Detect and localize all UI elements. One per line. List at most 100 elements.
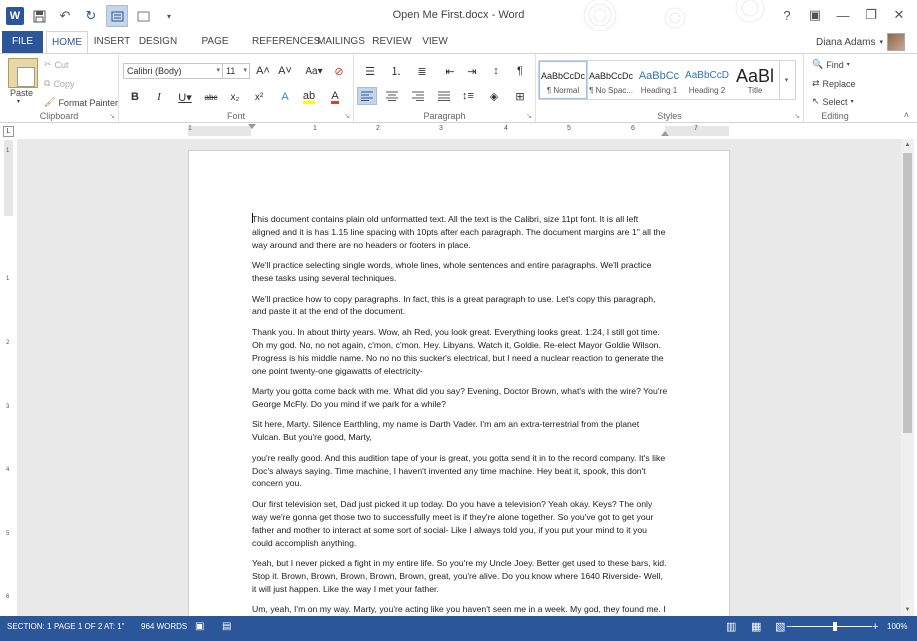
align-center-icon[interactable]: [382, 87, 402, 105]
minimize-icon[interactable]: —: [829, 4, 857, 26]
style-no-spacing[interactable]: AaBbCcDc ¶ No Spac...: [587, 61, 635, 99]
zoom-slider-track[interactable]: [792, 626, 872, 627]
vertical-ruler[interactable]: 1 1 2 3 4 5 6: [4, 140, 13, 615]
font-color-icon[interactable]: A: [325, 88, 345, 106]
scroll-down-icon[interactable]: ▼: [901, 604, 914, 616]
word-count[interactable]: 964 WORDS: [141, 616, 187, 638]
tab-view[interactable]: VIEW: [419, 31, 451, 53]
line-spacing-icon[interactable]: ↕≡: [458, 87, 478, 105]
find-button[interactable]: 🔍 Find ▾: [812, 59, 850, 70]
paragraph[interactable]: Marty you gotta come back with me. What …: [252, 385, 668, 411]
paste-icon[interactable]: [8, 58, 38, 88]
zoom-level[interactable]: 100%: [887, 616, 907, 638]
help-icon[interactable]: ?: [773, 4, 801, 26]
strikethrough-button[interactable]: abc: [201, 88, 221, 106]
new-document-icon[interactable]: [132, 5, 154, 27]
font-name-select[interactable]: Calibri (Body) ▾: [123, 63, 223, 79]
dialog-launcher-icon[interactable]: ↘: [794, 112, 800, 120]
web-layout-icon[interactable]: ▧: [775, 616, 785, 638]
highlight-color-icon[interactable]: ab: [299, 88, 319, 106]
align-left-icon[interactable]: [357, 87, 377, 105]
paragraph[interactable]: This document contains plain old unforma…: [252, 213, 668, 252]
paragraph[interactable]: you're really good. And this audition ta…: [252, 452, 668, 491]
decrease-indent-icon[interactable]: ⇤: [440, 62, 460, 80]
paragraph[interactable]: We'll practice selecting single words, w…: [252, 259, 668, 285]
select-button[interactable]: ↖ Select ▾: [812, 96, 854, 107]
style-title[interactable]: AaBl Title: [731, 61, 779, 99]
clear-formatting-button[interactable]: ⊘: [329, 62, 349, 80]
dialog-launcher-icon[interactable]: ↘: [526, 112, 532, 120]
tab-review[interactable]: REVIEW: [371, 31, 413, 53]
justify-icon[interactable]: [434, 87, 454, 105]
paragraph[interactable]: Um, yeah, I'm on my way. Marty, you're a…: [252, 603, 668, 616]
tab-mailings[interactable]: MAILINGS: [317, 31, 365, 53]
scrollbar-thumb[interactable]: [903, 153, 912, 433]
copy-button[interactable]: ⧉ Copy: [44, 78, 74, 89]
vertical-scrollbar[interactable]: ▲ ▼: [901, 139, 914, 616]
style-heading-1[interactable]: AaBbCc Heading 1: [635, 61, 683, 99]
paragraph[interactable]: Thank you. In about thirty years. Wow, a…: [252, 326, 668, 378]
paragraph[interactable]: We'll practice how to copy paragraphs. I…: [252, 293, 668, 319]
font-size-select[interactable]: 11 ▾: [222, 63, 250, 79]
styles-more-icon[interactable]: ▾: [779, 61, 793, 99]
document-body[interactable]: This document contains plain old unforma…: [252, 213, 668, 616]
tab-references[interactable]: REFERENCES: [252, 31, 320, 53]
text-effects-icon[interactable]: A: [275, 88, 295, 106]
tab-file[interactable]: FILE: [2, 31, 43, 53]
paragraph[interactable]: Yeah, but I never picked a fight in my e…: [252, 557, 668, 596]
show-hide-formatting-icon[interactable]: ¶: [510, 62, 530, 80]
change-case-button[interactable]: Aa▾: [301, 62, 327, 80]
customize-qat-icon[interactable]: ▾: [158, 5, 180, 27]
paragraph[interactable]: Sit here, Marty. Silence Earthling, my n…: [252, 418, 668, 444]
word-logo-icon[interactable]: W: [6, 7, 24, 25]
tab-home[interactable]: HOME: [46, 31, 88, 53]
dialog-launcher-icon[interactable]: ↘: [344, 112, 350, 120]
paste-button[interactable]: Paste: [10, 88, 33, 98]
shading-icon[interactable]: ◈: [484, 87, 504, 105]
document-page[interactable]: This document contains plain old unforma…: [189, 151, 729, 616]
tab-selector[interactable]: L: [3, 126, 14, 137]
document-area[interactable]: This document contains plain old unforma…: [17, 139, 901, 616]
align-right-icon[interactable]: [408, 87, 428, 105]
zoom-out-button[interactable]: −: [786, 616, 792, 638]
style-heading-2[interactable]: AaBbCcD Heading 2: [683, 61, 731, 99]
zoom-in-button[interactable]: +: [872, 616, 878, 638]
undo-icon[interactable]: ↶: [54, 5, 76, 27]
right-indent-marker-icon[interactable]: [661, 131, 669, 136]
proofing-icon[interactable]: ▣: [195, 616, 204, 638]
save-icon[interactable]: [28, 5, 50, 27]
zoom-slider-thumb[interactable]: [833, 622, 837, 631]
macro-record-icon[interactable]: ▤: [222, 616, 231, 638]
horizontal-ruler[interactable]: 1 1 2 3 4 5 6 7: [188, 124, 729, 136]
collapse-ribbon-icon[interactable]: ˄: [904, 110, 909, 120]
replace-button[interactable]: ⇄ Replace: [812, 78, 856, 89]
page-indicator[interactable]: PAGE 1 OF 2: [54, 616, 102, 638]
read-mode-icon[interactable]: ▥: [726, 616, 736, 638]
paste-dropdown-icon[interactable]: ▾: [17, 98, 20, 105]
superscript-button[interactable]: x²: [249, 88, 269, 106]
tab-insert[interactable]: INSERT: [92, 31, 132, 53]
shrink-font-button[interactable]: A˅: [275, 62, 295, 80]
dialog-launcher-icon[interactable]: ↘: [109, 112, 115, 120]
print-layout-view-icon[interactable]: ▦: [751, 616, 761, 638]
sort-icon[interactable]: ↕: [486, 62, 506, 80]
italic-button[interactable]: I: [149, 88, 169, 106]
ribbon-display-options-icon[interactable]: ▣: [801, 4, 829, 26]
section-indicator[interactable]: SECTION: 1: [7, 616, 51, 638]
numbering-icon[interactable]: ⒈: [386, 62, 406, 80]
position-indicator[interactable]: AT: 1": [104, 616, 124, 638]
tab-design[interactable]: DESIGN: [138, 31, 178, 53]
bold-button[interactable]: B: [125, 88, 145, 106]
style-normal[interactable]: AaBbCcDc ¶ Normal: [538, 60, 588, 100]
user-account[interactable]: Diana Adams ▾: [816, 33, 905, 51]
grow-font-button[interactable]: A˄: [253, 62, 273, 80]
multilevel-list-icon[interactable]: ≣: [412, 62, 432, 80]
print-layout-icon[interactable]: [106, 5, 128, 27]
borders-icon[interactable]: ⊞: [510, 87, 530, 105]
subscript-button[interactable]: x₂: [225, 88, 245, 106]
restore-icon[interactable]: ❐: [857, 4, 885, 26]
increase-indent-icon[interactable]: ⇥: [462, 62, 482, 80]
scroll-up-icon[interactable]: ▲: [901, 139, 914, 151]
format-painter-button[interactable]: 🖌 Format Painter: [44, 97, 118, 108]
paragraph[interactable]: Our first television set, Dad just picke…: [252, 498, 668, 550]
